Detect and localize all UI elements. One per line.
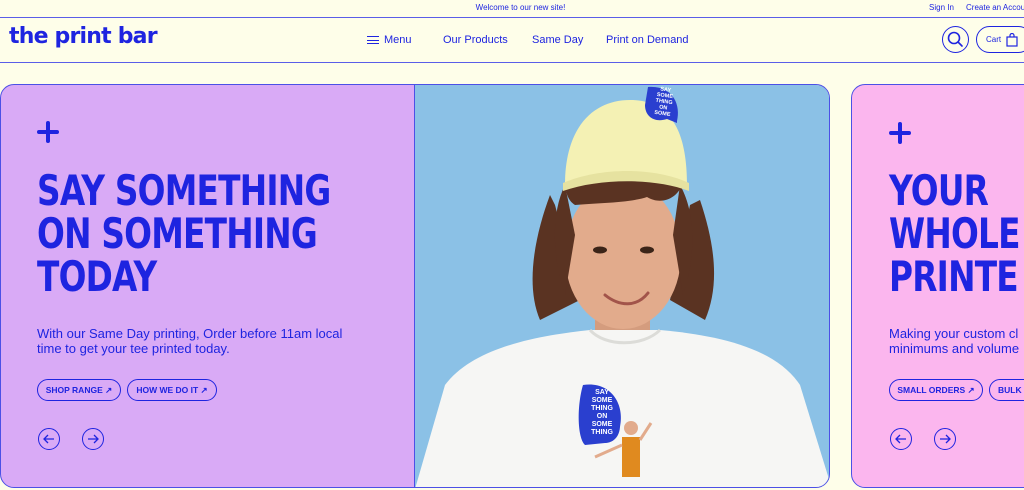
slide-description: With our Same Day printing, Order before… xyxy=(37,326,342,356)
sign-in-link[interactable]: Sign In xyxy=(929,3,954,12)
how-we-do-it-button[interactable]: HOW WE DO IT ↗ xyxy=(127,379,217,401)
description-line: Making your custom cl xyxy=(889,326,1019,341)
arrow-left-icon xyxy=(43,434,54,444)
welcome-message: Welcome to our new site! xyxy=(475,3,566,12)
create-account-link[interactable]: Create an Accou xyxy=(966,3,1024,12)
badge-line: SAY xyxy=(595,389,609,396)
next-slide-button[interactable] xyxy=(934,428,956,450)
hero-slide-wholesale: YOUR WHOLE PRINTE Making your custom cl … xyxy=(851,84,1024,488)
slide-headline: SAY SOMETHING ON SOMETHING TODAY xyxy=(37,166,331,301)
menu-label: Menu xyxy=(384,34,412,46)
menu-button[interactable]: Menu xyxy=(367,34,412,46)
cart-bag-icon xyxy=(1006,32,1018,47)
description-line: time to get your tee printed today. xyxy=(37,341,230,356)
prev-slide-button[interactable] xyxy=(890,428,912,450)
badge-line: THING xyxy=(591,405,613,412)
cart-label: Cart xyxy=(986,35,1002,44)
cart-button[interactable]: Cart xyxy=(976,26,1024,53)
small-orders-button[interactable]: SMALL ORDERS ↗ xyxy=(889,379,983,401)
plus-icon xyxy=(37,121,59,143)
hamburger-icon xyxy=(367,36,379,44)
slide-headline: YOUR WHOLE PRINTE xyxy=(889,166,1021,301)
headline-line: SAY SOMETHING xyxy=(37,166,331,215)
slide-description: Making your custom cl minimums and volum… xyxy=(889,326,1019,356)
cap-badge-text: SAY SOME THING ON SOME xyxy=(645,85,683,119)
description-line: With our Same Day printing, Order before… xyxy=(37,326,343,341)
plus-icon xyxy=(889,122,911,144)
arrow-right-icon xyxy=(940,434,951,444)
site-header: the print bar Menu Our Products Same Day… xyxy=(0,19,1024,63)
headline-line: WHOLE xyxy=(889,209,1021,258)
arrow-right-icon xyxy=(88,434,99,444)
hero-slide-same-day: SAY SOMETHING ON SOMETHING TODAY With ou… xyxy=(0,84,830,488)
shirt-badge-text: SAY SOME THING ON SOME THING xyxy=(585,389,619,437)
arrow-left-icon xyxy=(895,434,906,444)
headline-line: YOUR xyxy=(889,166,989,215)
shop-range-button[interactable]: SHOP RANGE ↗ xyxy=(37,379,121,401)
headline-line: ON SOMETHING xyxy=(37,209,318,258)
headline-line: TODAY xyxy=(37,252,157,301)
search-button[interactable] xyxy=(942,26,969,53)
description-line: minimums and volume xyxy=(889,341,1020,356)
nav-our-products[interactable]: Our Products xyxy=(443,34,508,46)
next-slide-button[interactable] xyxy=(82,428,104,450)
nav-print-on-demand[interactable]: Print on Demand xyxy=(606,34,689,46)
badge-line: SOME xyxy=(591,397,613,404)
headline-line: PRINTE xyxy=(889,252,1019,301)
logo[interactable]: the print bar xyxy=(9,24,158,49)
badge-line: THING xyxy=(591,429,613,436)
announcement-bar: Welcome to our new site! Sign In Create … xyxy=(0,0,1024,18)
nav-same-day[interactable]: Same Day xyxy=(532,34,583,46)
badge-line: SOME xyxy=(591,421,613,428)
search-icon xyxy=(947,31,963,47)
bulk-orders-button[interactable]: BULK O xyxy=(989,379,1024,401)
hero-photo: SAY SOME THING ON SOME SAY SOME THING ON… xyxy=(414,85,829,487)
badge-line: ON xyxy=(596,413,608,420)
prev-slide-button[interactable] xyxy=(38,428,60,450)
person-illustration xyxy=(415,86,829,487)
